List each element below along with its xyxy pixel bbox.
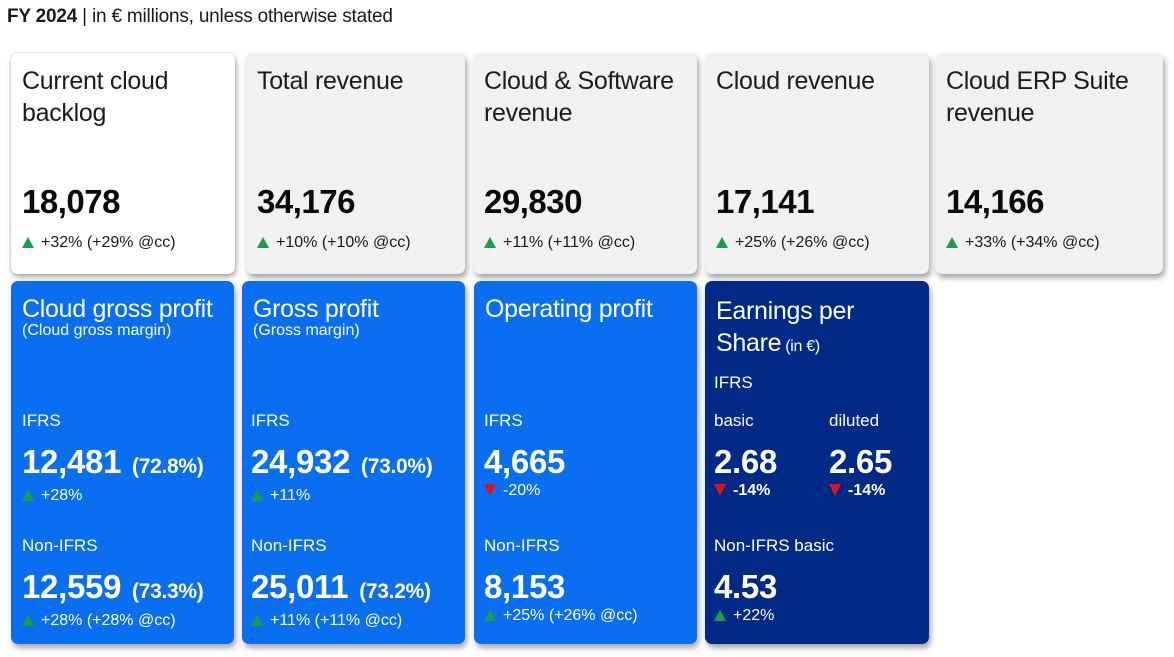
non-ifrs-section: Non-IFRS 25,011 (73.2%) +11% (+11% @cc)	[251, 536, 431, 631]
non-ifrs-change: +22%	[714, 606, 834, 626]
change-text: +32% (+29% @cc)	[41, 234, 176, 251]
card-value: 14,166	[946, 183, 1044, 220]
change-text: +10% (+10% @cc)	[276, 234, 411, 251]
non-ifrs-label: Non-IFRS	[22, 536, 98, 555]
card-change: +25% (+26% @cc)	[716, 234, 870, 252]
header-note: in € millions, unless otherwise stated	[92, 6, 393, 27]
kpi-card-cloud-erp-suite-revenue: Cloud ERP Suite revenue 14,166 +33% (+34…	[935, 53, 1163, 274]
basic-value: 2.68	[714, 443, 778, 480]
non-ifrs-margin: (73.2%)	[359, 580, 431, 603]
card-change: +10% (+10% @cc)	[257, 234, 411, 252]
non-ifrs-label: Non-IFRS	[251, 536, 327, 555]
ifrs-change: -20%	[484, 481, 565, 501]
ifrs-value: 12,481 (72.8%)	[22, 443, 204, 480]
non-ifrs-section: Non-IFRS 8,153 +25% (+26% @cc)	[484, 536, 638, 626]
up-arrow-icon	[484, 610, 496, 621]
card-title: Gross profit	[253, 295, 379, 323]
card-subtitle: (Gross margin)	[253, 322, 360, 339]
non-ifrs-value: 25,011 (73.2%)	[251, 568, 431, 605]
up-arrow-icon	[946, 237, 958, 248]
non-ifrs-margin: (73.3%)	[132, 580, 204, 603]
kpi-card-cloud-revenue: Cloud revenue 17,141 +25% (+26% @cc)	[705, 53, 929, 274]
down-arrow-icon	[829, 484, 841, 496]
change-text: +25% (+26% @cc)	[735, 234, 870, 251]
ifrs-label: IFRS	[251, 411, 290, 430]
unit-label: (in €)	[785, 338, 820, 355]
card-title: Operating profit	[485, 295, 653, 323]
ifrs-margin: (73.0%)	[361, 455, 433, 478]
non-ifrs-value: 12,559 (73.3%)	[22, 568, 204, 605]
diluted-change: -14%	[829, 481, 892, 501]
diluted-label: diluted	[829, 411, 880, 430]
change-text: +33% (+34% @cc)	[965, 234, 1100, 251]
kpi-card-total-revenue: Total revenue 34,176 +10% (+10% @cc)	[246, 53, 465, 274]
up-arrow-icon	[22, 490, 34, 501]
ifrs-margin: (72.8%)	[132, 455, 204, 478]
ifrs-section: IFRS 12,481 (72.8%) +28%	[22, 411, 204, 506]
diluted-value: 2.65	[829, 443, 893, 480]
kpi-card-current-cloud-backlog: Current cloud backlog 18,078 +32% (+29% …	[11, 53, 235, 274]
page-header: FY 2024 | in € millions, unless otherwis…	[7, 6, 393, 28]
non-ifrs-value: 8,153	[484, 568, 566, 605]
basic-change: -14%	[714, 481, 777, 501]
card-title: Cloud gross profit	[22, 295, 213, 323]
up-arrow-icon	[251, 615, 263, 626]
card-value: 18,078	[22, 183, 120, 220]
non-ifrs-change: +25% (+26% @cc)	[484, 606, 638, 626]
kpi-card-operating-profit: Operating profit IFRS 4,665 -20% Non-IFR…	[474, 281, 697, 644]
up-arrow-icon	[251, 490, 263, 501]
ifrs-value: 4,665	[484, 443, 566, 480]
non-ifrs-section: Non-IFRS 12,559 (73.3%) +28% (+28% @cc)	[22, 536, 204, 631]
fiscal-period: FY 2024	[7, 6, 78, 27]
header-separator: |	[77, 6, 92, 27]
basic-label: basic	[714, 411, 754, 430]
card-change: +33% (+34% @cc)	[946, 234, 1100, 252]
card-value: 29,830	[484, 183, 582, 220]
card-value: 34,176	[257, 183, 355, 220]
card-change: +11% (+11% @cc)	[484, 234, 635, 252]
ifrs-change: +11%	[251, 486, 432, 506]
non-ifrs-change: +11% (+11% @cc)	[251, 611, 431, 631]
up-arrow-icon	[714, 610, 726, 621]
card-change: +32% (+29% @cc)	[22, 234, 176, 252]
change-text: +11% (+11% @cc)	[503, 234, 636, 251]
down-arrow-icon	[714, 484, 726, 496]
up-arrow-icon	[716, 237, 728, 248]
kpi-card-earnings-per-share: Earnings per Share (in €) IFRS basic 2.68…	[705, 281, 929, 644]
non-ifrs-value: 4.53	[714, 568, 778, 605]
non-ifrs-label: Non-IFRS	[484, 536, 560, 555]
non-ifrs-change: +28% (+28% @cc)	[22, 611, 203, 631]
card-title: Current cloud backlog	[22, 67, 169, 127]
kpi-card-cloud-gross-profit: Cloud gross profit (Cloud gross margin) …	[11, 281, 234, 644]
non-ifrs-section: Non-IFRS basic 4.53 +22%	[714, 536, 834, 626]
up-arrow-icon	[22, 615, 34, 626]
ifrs-section: IFRS 4,665 -20%	[484, 411, 565, 501]
eps-diluted-section: diluted 2.65 -14%	[829, 411, 892, 501]
card-value: 17,141	[716, 183, 814, 220]
card-title: Total revenue	[257, 67, 404, 95]
card-title: Cloud revenue	[716, 67, 875, 95]
kpi-card-gross-profit: Gross profit (Gross margin) IFRS 24,932 …	[242, 281, 465, 644]
eps-basic-section: basic 2.68 -14%	[714, 411, 777, 501]
card-title: Earnings per Share (in €)	[716, 297, 855, 357]
down-arrow-icon	[484, 484, 496, 496]
ifrs-change: +28%	[22, 486, 203, 506]
card-title: Cloud ERP Suite revenue	[946, 67, 1129, 127]
ifrs-value: 24,932 (73.0%)	[251, 443, 433, 480]
kpi-card-cloud-software-revenue: Cloud & Software revenue 29,830 +11% (+1…	[473, 53, 697, 274]
card-title: Cloud & Software revenue	[484, 67, 674, 127]
non-ifrs-label: Non-IFRS basic	[714, 536, 834, 555]
ifrs-label: IFRS	[714, 373, 753, 392]
ifrs-label: IFRS	[22, 411, 61, 430]
ifrs-section: IFRS 24,932 (73.0%) +11%	[251, 411, 433, 506]
up-arrow-icon	[22, 237, 34, 248]
up-arrow-icon	[257, 237, 269, 248]
up-arrow-icon	[484, 237, 496, 248]
ifrs-label: IFRS	[484, 411, 523, 430]
